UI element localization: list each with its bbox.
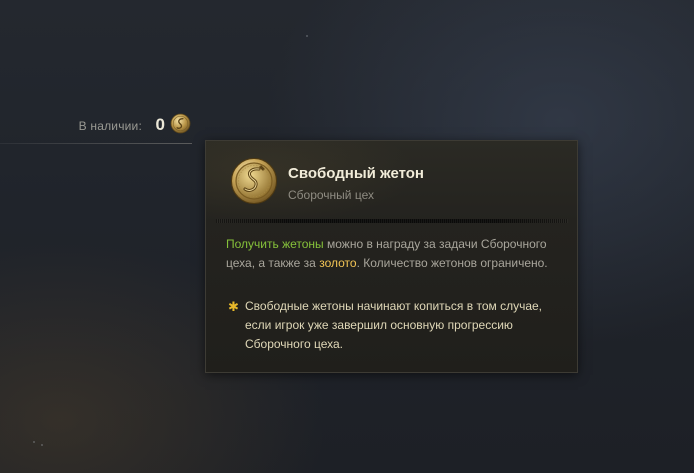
free-token-tooltip: Свободный жетон Сборочный цех Получить ж… — [205, 140, 578, 373]
note-text: Свободные жетоны начинают копиться в том… — [245, 299, 543, 351]
gold-highlight: золото — [319, 256, 357, 270]
tooltip-separator — [216, 219, 568, 223]
get-tokens-highlight: Получить жетоны — [226, 237, 324, 251]
background-speck — [306, 35, 308, 37]
tooltip-header: Свободный жетон Сборочный цех — [206, 141, 577, 219]
tooltip-subtitle: Сборочный цех — [288, 188, 374, 202]
tooltip-description: Получить жетоны можно в награду за задач… — [226, 235, 566, 273]
availability-divider — [0, 143, 192, 144]
asterisk-icon: ✱ — [228, 299, 239, 314]
background-speck — [33, 441, 35, 443]
availability-indicator: В наличии: 0 — [0, 112, 192, 142]
description-text-end: . Количество жетонов ограничено. — [356, 256, 548, 270]
tooltip-title: Свободный жетон — [288, 165, 424, 182]
token-coin-icon[interactable] — [170, 113, 191, 134]
free-token-coin-icon — [231, 158, 277, 204]
background-speck — [41, 444, 43, 446]
availability-label: В наличии: — [78, 119, 142, 133]
token-count: 0 — [155, 115, 165, 134]
